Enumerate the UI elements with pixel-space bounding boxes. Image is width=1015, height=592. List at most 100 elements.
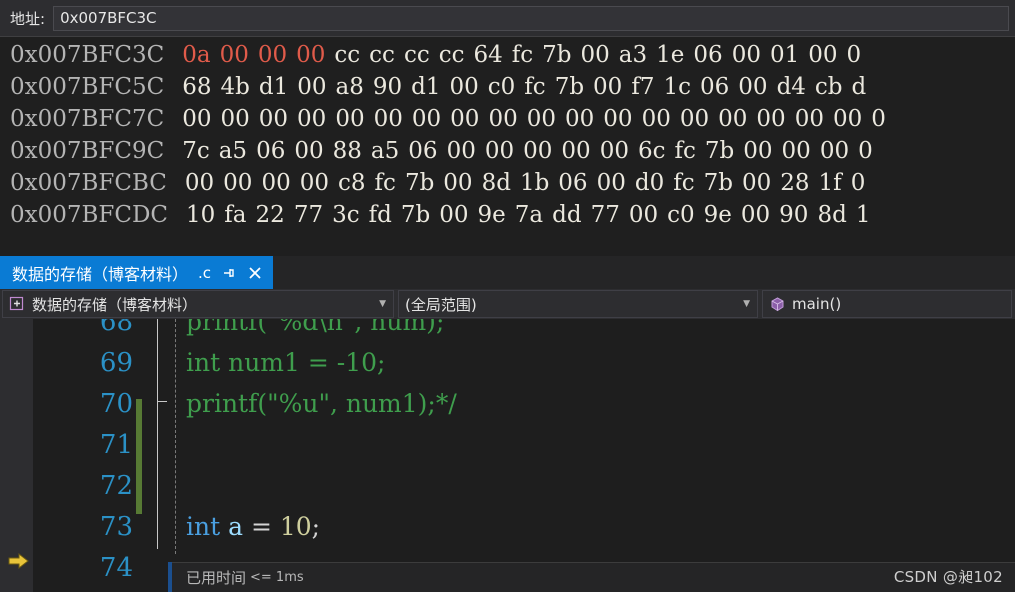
- close-icon[interactable]: [247, 265, 263, 281]
- memory-byte: 8d: [481, 170, 511, 196]
- memory-row-bytes: 0a 00 00 00 cc cc cc cc 64 fc 7b 00 a3 1e 06 00 01 00 0: [164, 42, 870, 68]
- memory-byte: 88: [332, 138, 362, 164]
- memory-row[interactable]: 0x007BFC9C 7c a5 06 00 88 a5 06 00 00 00 00 00 6c fc 7b…: [0, 135, 1015, 167]
- memory-byte: 7b: [400, 202, 431, 228]
- memory-row-address: 0x007BFCBC: [10, 170, 167, 196]
- code-line[interactable]: 72: [0, 465, 1015, 506]
- code-line-text: printf("%d\n", num);: [186, 319, 444, 336]
- memory-byte: 00: [593, 74, 623, 100]
- member-dropdown-label: main(): [792, 295, 842, 313]
- code-editor[interactable]: 68 printf("%d\n", num); 69 int num1 = -10; 7…: [0, 319, 1015, 592]
- memory-row[interactable]: 0x007BFCDC 10 fa 22 77 3c fd 7b 00 9e 7a dd 77 00 c0 9e…: [0, 199, 1015, 231]
- memory-byte: 9e: [703, 202, 732, 228]
- code-line-text: int num1 = -10;: [186, 348, 385, 377]
- memory-byte: 00: [297, 74, 327, 100]
- code-line[interactable]: 71: [0, 424, 1015, 465]
- memory-byte: 00: [446, 138, 476, 164]
- member-dropdown[interactable]: main(): [762, 290, 1012, 318]
- memory-byte: 00: [449, 74, 479, 100]
- scope-dropdown[interactable]: (全局范围) ▼: [398, 290, 758, 318]
- memory-byte: 7c: [182, 138, 210, 164]
- memory-byte: 00: [182, 106, 212, 132]
- memory-byte: 00: [565, 106, 595, 132]
- memory-byte: 00: [484, 138, 515, 164]
- memory-byte: 8d: [817, 202, 847, 228]
- code-line[interactable]: 68 printf("%d\n", num);: [0, 319, 1015, 342]
- memory-row[interactable]: 0x007BFC3C 0a 00 00 00 cc cc cc cc 64 fc 7b 00 a3 1e 06…: [0, 39, 1015, 71]
- memory-byte: 4b: [220, 74, 250, 100]
- code-token: int num1 = -10;: [186, 348, 386, 377]
- memory-byte: fc: [674, 138, 696, 164]
- memory-byte: 06: [558, 170, 588, 196]
- code-token: =: [243, 512, 280, 541]
- memory-row[interactable]: 0x007BFC7C 00 00 00 00 00 00 00 00 00 00 00 00 00 00 00…: [0, 103, 1015, 135]
- project-dropdown[interactable]: 数据的存储（博客材料） ▼: [2, 290, 394, 318]
- memory-row-bytes: 7c a5 06 00 88 a5 06 00 00 00 00 00 6c fc 7b 00 00 00 0: [164, 138, 882, 164]
- memory-byte: 00: [819, 138, 850, 164]
- memory-byte: 0: [871, 106, 886, 132]
- memory-byte: d: [851, 74, 867, 100]
- memory-byte: 77: [590, 202, 620, 228]
- memory-byte: a5: [218, 138, 248, 164]
- memory-byte-highlighted: 00: [219, 42, 249, 68]
- memory-byte: 1e: [656, 42, 685, 68]
- memory-row[interactable]: 0x007BFC5C 68 4b d1 00 a8 90 d1 00 c0 fc 7b 00 f7 1c 06…: [0, 71, 1015, 103]
- memory-byte: 00: [641, 106, 671, 132]
- memory-row-address: 0x007BFC5C: [10, 74, 165, 100]
- code-line[interactable]: 73 int a = 10;: [0, 506, 1015, 547]
- project-file-icon: [9, 296, 26, 313]
- memory-row-address: 0x007BFC9C: [10, 138, 165, 164]
- memory-byte: 00: [561, 138, 591, 164]
- memory-byte: 00: [450, 106, 480, 132]
- memory-byte: 06: [256, 138, 286, 164]
- memory-byte: 00: [743, 138, 773, 164]
- memory-byte: 00: [599, 138, 629, 164]
- tab-extension: .c: [198, 263, 212, 282]
- memory-byte: a5: [370, 138, 400, 164]
- elapsed-time-label: 已用时间: [186, 569, 247, 587]
- chevron-down-icon[interactable]: ▼: [379, 299, 389, 309]
- memory-byte: cc: [438, 42, 465, 68]
- address-input[interactable]: 0x007BFC3C: [53, 5, 1009, 31]
- code-line[interactable]: 69 int num1 = -10;: [0, 342, 1015, 383]
- memory-byte: 9e: [477, 202, 506, 228]
- memory-byte: 00: [731, 42, 761, 68]
- memory-byte: 00: [794, 106, 824, 132]
- memory-byte: 3c: [332, 202, 360, 228]
- memory-row-bytes: 00 00 00 00 c8 fc 7b 00 8d 1b 06 00 d0 fc 7b 00 28 1f 0: [167, 170, 874, 196]
- tab-strip: 数据的存储（博客材料） .c: [0, 256, 1015, 289]
- memory-rows[interactable]: 0x007BFC3C 0a 00 00 00 cc cc cc cc 64 fc 7b 00 a3 1e 06…: [0, 36, 1015, 256]
- chevron-down-icon[interactable]: ▼: [743, 299, 753, 309]
- code-line-text: int a = 10;: [186, 512, 320, 541]
- watermark: CSDN @昶102: [893, 568, 1003, 586]
- memory-byte: 6c: [637, 138, 666, 164]
- memory-byte: d4: [776, 74, 806, 100]
- memory-byte: cc: [369, 42, 395, 68]
- memory-byte: 90: [372, 74, 403, 100]
- memory-byte: fa: [224, 202, 247, 228]
- tab-active-source-file[interactable]: 数据的存储（博客材料） .c: [0, 256, 274, 289]
- memory-row[interactable]: 0x007BFCBC 00 00 00 00 c8 fc 7b 00 8d 1b 06 00 d0 fc 7b…: [0, 167, 1015, 199]
- memory-byte: 00: [184, 170, 215, 196]
- memory-byte: 00: [258, 106, 289, 132]
- memory-byte: 1f: [818, 170, 842, 196]
- memory-byte: 00: [740, 202, 771, 228]
- memory-byte: 00: [523, 138, 553, 164]
- memory-byte: 77: [293, 202, 324, 228]
- line-number: 74: [99, 552, 133, 583]
- memory-row-address: 0x007BFC7C: [10, 106, 165, 132]
- memory-byte: 10: [186, 202, 216, 228]
- line-number: 70: [99, 388, 133, 419]
- memory-byte: cb: [814, 74, 843, 100]
- memory-byte: 00: [411, 106, 442, 132]
- memory-row-address: 0x007BFCDC: [10, 202, 169, 228]
- memory-byte: c0: [487, 74, 516, 100]
- memory-byte: 00: [738, 74, 768, 100]
- memory-byte-highlighted: 00: [296, 42, 326, 68]
- memory-byte: 00: [603, 106, 633, 132]
- code-line[interactable]: 70 printf("%u", num1);*/: [0, 383, 1015, 424]
- memory-byte: fd: [368, 202, 392, 228]
- pin-icon[interactable]: [221, 265, 237, 281]
- memory-byte: 06: [408, 138, 438, 164]
- memory-byte: 00: [832, 106, 863, 132]
